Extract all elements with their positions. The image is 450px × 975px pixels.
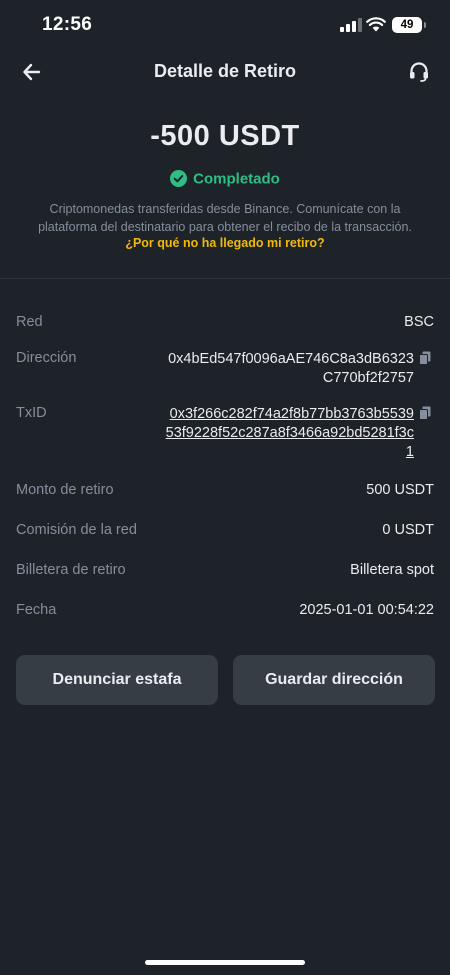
withdrawal-amount: -500 USDT <box>150 120 300 152</box>
save-address-button[interactable]: Guardar dirección <box>233 655 435 705</box>
withdrawal-help-link[interactable]: ¿Por qué no ha llegado mi retiro? <box>0 236 450 250</box>
status-text: Completado <box>193 170 280 188</box>
network-fee-value: 0 USDT <box>382 522 434 538</box>
network-label: Red <box>16 314 43 330</box>
status-badge: Completado <box>0 170 450 188</box>
txid-label: TxID <box>16 405 47 421</box>
signal-icon <box>340 18 362 32</box>
address-value: 0x4bEd547f0096aAE746C8a3dB6323C770bf2f27… <box>168 351 414 386</box>
address-label: Dirección <box>16 350 77 366</box>
headset-icon[interactable] <box>407 60 431 84</box>
date-label: Fecha <box>16 602 57 618</box>
home-indicator <box>145 960 305 965</box>
copy-txid-icon[interactable] <box>419 406 431 420</box>
page-title: Detalle de Retiro <box>153 61 297 81</box>
status-time: 12:56 <box>42 14 93 35</box>
wallet-label: Billetera de retiro <box>16 562 126 578</box>
copy-address-icon[interactable] <box>419 351 431 365</box>
withdrawal-amount-label: Monto de retiro <box>16 482 114 498</box>
check-circle-icon <box>170 170 188 188</box>
network-value: BSC <box>404 314 434 330</box>
network-fee-label: Comisión de la red <box>16 522 137 538</box>
wallet-value: Billetera spot <box>350 562 434 578</box>
date-value: 2025-01-01 00:54:22 <box>299 602 434 618</box>
top-navigation: Detalle de Retiro <box>0 52 450 94</box>
wifi-icon <box>366 17 386 32</box>
battery-indicator: 49 <box>392 17 426 33</box>
report-scam-button[interactable]: Denunciar estafa <box>16 655 218 705</box>
status-bar: 12:56 49 <box>0 0 450 52</box>
divider <box>0 278 450 279</box>
info-note: Criptomonedas transferidas desde Binance… <box>38 202 412 234</box>
txid-link[interactable]: 0x3f266c282f74a2f8b77bb3763b553953f9228f… <box>164 405 414 462</box>
withdrawal-amount-value: 500 USDT <box>366 482 434 498</box>
